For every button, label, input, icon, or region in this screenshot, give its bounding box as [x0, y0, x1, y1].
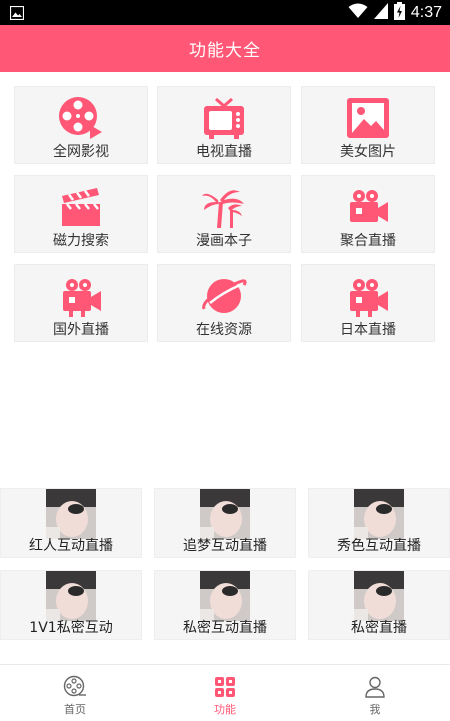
video-camera-icon — [57, 273, 105, 319]
video-camera-icon — [344, 273, 392, 319]
nav-label: 功能 — [214, 703, 236, 716]
live-room-label: 红人互动直播 — [29, 538, 113, 554]
battery-charging-icon — [393, 1, 405, 24]
live-room-label: 1V1私密互动 — [29, 620, 113, 636]
feature-tile-movies[interactable]: 全网影视 — [14, 86, 148, 164]
signal-icon — [373, 2, 388, 23]
video-camera-icon — [344, 184, 392, 230]
feature-tile-online-resources[interactable]: 在线资源 — [157, 264, 291, 342]
image-notification-icon — [9, 5, 25, 24]
nav-label: 首页 — [64, 703, 86, 716]
nav-label: 我 — [369, 703, 381, 716]
nav-item-me[interactable]: 我 — [300, 665, 450, 721]
feature-label: 日本直播 — [340, 322, 396, 338]
feature-label: 电视直播 — [196, 144, 252, 160]
live-room-tile[interactable]: 秀色互动直播 — [308, 488, 450, 558]
live-room-tile[interactable]: 私密互动直播 — [154, 570, 296, 640]
live-room-label: 秀色互动直播 — [337, 538, 421, 554]
user-icon — [363, 675, 387, 699]
nav-item-features[interactable]: 功能 — [150, 665, 300, 721]
wifi-icon — [348, 3, 368, 23]
feature-label: 在线资源 — [196, 322, 252, 338]
feature-tile-tv-live[interactable]: 电视直播 — [157, 86, 291, 164]
nav-item-home[interactable]: 首页 — [0, 665, 150, 721]
live-room-tile[interactable]: 1V1私密互动 — [0, 570, 142, 640]
feature-label: 美女图片 — [340, 144, 396, 160]
live-thumbnail — [200, 489, 250, 539]
film-reel-icon — [63, 675, 87, 699]
grid-icon — [213, 675, 237, 699]
page-title: 功能大全 — [189, 41, 261, 61]
feature-tile-foreign-live[interactable]: 国外直播 — [14, 264, 148, 342]
planet-icon — [200, 273, 248, 319]
live-thumbnail — [354, 571, 404, 621]
live-room-label: 私密直播 — [351, 620, 407, 636]
clapperboard-icon — [57, 184, 105, 230]
picture-icon — [344, 95, 392, 141]
live-thumbnail — [46, 571, 96, 621]
live-thumbnail — [46, 489, 96, 539]
feature-tile-japan-live[interactable]: 日本直播 — [301, 264, 435, 342]
live-room-tile[interactable]: 追梦互动直播 — [154, 488, 296, 558]
feature-label: 全网影视 — [53, 144, 109, 160]
feature-tile-pictures[interactable]: 美女图片 — [301, 86, 435, 164]
live-room-tile[interactable]: 私密直播 — [308, 570, 450, 640]
bottom-nav: 首页 功能 我 — [0, 664, 450, 720]
feature-label: 国外直播 — [53, 322, 109, 338]
feature-tile-aggregate-live[interactable]: 聚合直播 — [301, 175, 435, 253]
app-header: 功能大全 — [0, 25, 450, 72]
live-room-label: 追梦互动直播 — [183, 538, 267, 554]
status-bar: 4:37 — [0, 0, 450, 25]
feature-label: 漫画本子 — [196, 233, 252, 249]
live-thumbnail — [354, 489, 404, 539]
status-time: 4:37 — [410, 3, 442, 21]
live-room-tile[interactable]: 红人互动直播 — [0, 488, 142, 558]
feature-label: 聚合直播 — [340, 233, 396, 249]
live-room-label: 私密互动直播 — [183, 620, 267, 636]
palm-tree-icon — [200, 184, 248, 230]
feature-tile-magnet-search[interactable]: 磁力搜索 — [14, 175, 148, 253]
feature-label: 磁力搜索 — [53, 233, 109, 249]
live-thumbnail — [200, 571, 250, 621]
tv-icon — [200, 95, 248, 141]
feature-tile-comics[interactable]: 漫画本子 — [157, 175, 291, 253]
film-reel-icon — [57, 95, 105, 141]
